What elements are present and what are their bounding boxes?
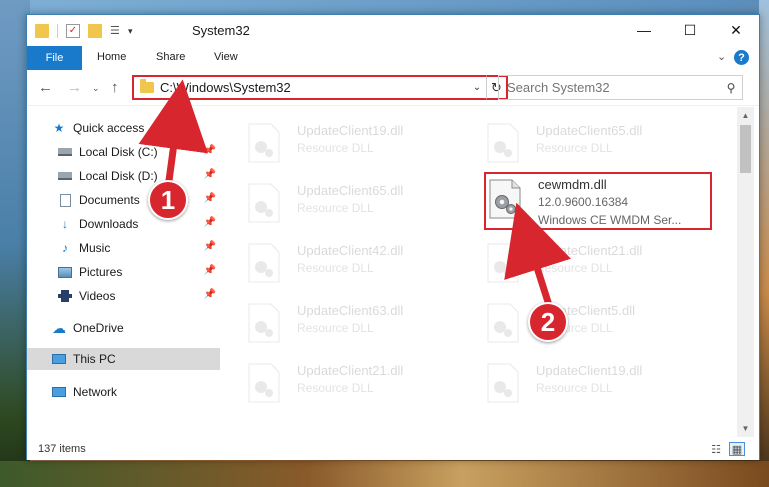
step-1-badge: 1 — [148, 180, 188, 220]
arrow-to-address-bar — [138, 79, 208, 192]
step-2-badge: 2 — [528, 302, 568, 342]
arrow-to-file — [504, 202, 571, 306]
annotation-arrows — [138, 79, 571, 306]
